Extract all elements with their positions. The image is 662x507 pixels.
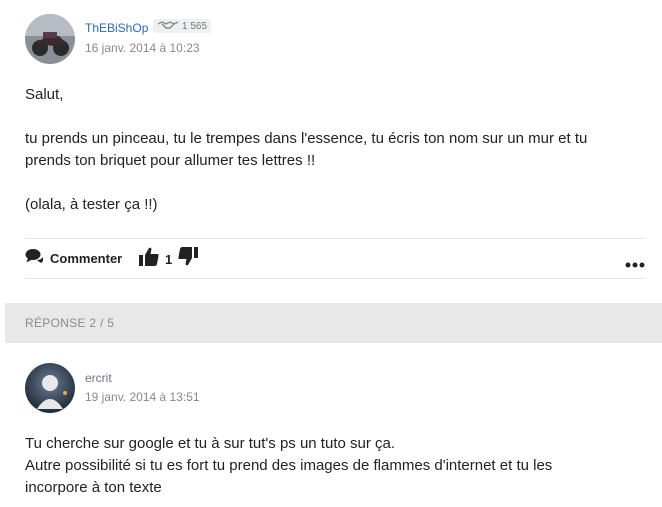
comment-label: Commenter: [50, 251, 123, 266]
divider: [25, 278, 645, 279]
reply-header: RÉPONSE 2 / 5: [5, 303, 662, 343]
post-line: Tu cherche sur google et tu à sur tut's …: [25, 435, 396, 452]
post-line: tu prends un pinceau, tu le trempes dans…: [25, 130, 588, 147]
post-username[interactable]: ercrit: [85, 371, 112, 385]
thumbs-down-icon[interactable]: [178, 247, 199, 271]
thumbs-up-icon[interactable]: [139, 247, 159, 271]
like-group: 1: [139, 247, 199, 271]
comment-button[interactable]: Commenter: [25, 248, 122, 269]
post-line: Autre possibilité si tu es fort tu prend…: [25, 457, 553, 474]
reputation-badge: 1 565: [153, 19, 212, 33]
post-line: incorpore à ton texte: [25, 479, 162, 496]
post-line: prends ton briquet pour allumer tes lett…: [25, 152, 316, 169]
like-count: 1: [165, 251, 173, 267]
post-line: Salut,: [25, 86, 64, 103]
post-date: 16 janv. 2014 à 10:23: [85, 41, 200, 55]
user-avatar[interactable]: [25, 363, 75, 413]
comment-icon: [25, 248, 44, 269]
post-body: Tu cherche sur google et tu à sur tut's …: [25, 433, 645, 499]
avatar-image: [25, 14, 75, 64]
post-line: (olala, à tester ça !!): [25, 196, 158, 213]
post-date: 19 janv. 2014 à 13:51: [85, 390, 200, 404]
more-icon[interactable]: [625, 255, 645, 273]
reputation-count: 1 565: [182, 20, 208, 32]
divider: [25, 238, 645, 239]
reply-counter: RÉPONSE 2 / 5: [25, 316, 115, 330]
handshake-icon: [157, 20, 179, 32]
post-body: Salut, tu prends un pinceau, tu le tremp…: [25, 84, 645, 216]
avatar-image: [25, 363, 75, 413]
user-avatar[interactable]: [25, 14, 75, 64]
post-username[interactable]: ThEBiShOp: [85, 21, 148, 35]
